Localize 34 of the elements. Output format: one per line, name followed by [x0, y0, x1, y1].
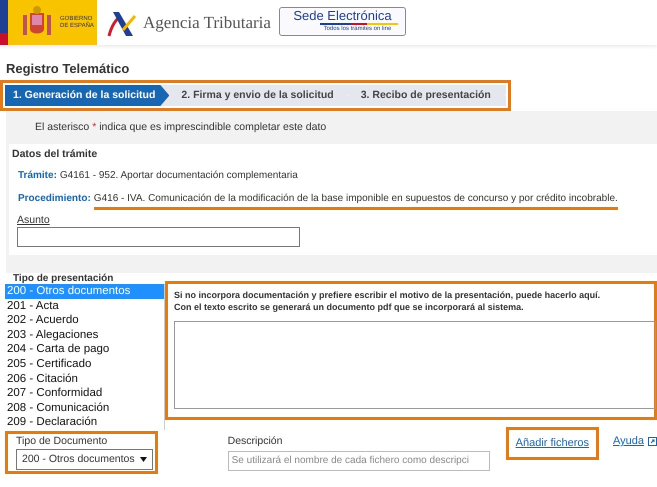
external-link-icon [648, 436, 657, 446]
document-type-select[interactable]: 200 - Otros documentos [16, 449, 153, 470]
required-notice: El asterisco * indica que es imprescindible completar este dato [34, 120, 328, 135]
field-value: G4161 - 952. Aportar documentación complementaria [60, 169, 298, 183]
document-type-label: Tipo de Documento [16, 435, 108, 447]
flag-stripe-icon [0, 0, 8, 45]
presentation-type-label: Tipo de presentación [13, 273, 114, 284]
dropdown-option[interactable]: 203 - Alegaciones [5, 328, 164, 342]
text-area-field[interactable] [174, 321, 656, 409]
agency-name: Agencia Tributaria [143, 12, 271, 34]
section-title: Datos del trámite [12, 148, 98, 161]
field-label: Procedimiento: [18, 192, 91, 206]
description-input-field[interactable]: Se utilizará el nombre de cada fichero como descripci [228, 450, 490, 470]
note-text: Con el texto escrito se generará un documento pdf que se incorporará al sistema. [174, 301, 525, 313]
dropdown-option[interactable]: 205 - Certificado [5, 356, 164, 372]
dropdown-option[interactable]: 202 - Acuerdo [5, 313, 164, 328]
step-tab[interactable]: 1. Generación de la solicitud [5, 85, 170, 106]
caret-icon [140, 457, 147, 462]
subject-label: Asunto [17, 214, 51, 227]
field-value: G416 - IVA. Comunicación de la modificación de la base imponible en supuestos de concurso y por crédito incobrable. [94, 192, 618, 210]
help-link[interactable]: Ayuda [613, 433, 644, 450]
note-text: Si no incorpora documentación y prefiere escribir el motivo de la presentación, puede hacerlo aquí. [174, 289, 602, 301]
add-files-link[interactable]: Añadir ficheros [506, 427, 599, 460]
dropdown-option[interactable]: 204 - Carta de pago [5, 342, 164, 357]
subject-input-field[interactable] [17, 227, 300, 247]
dropdown-option[interactable]: 206 - Citación [5, 372, 164, 386]
sede-title: Sede Electrónica [293, 8, 392, 23]
field-label: Trámite: [18, 169, 57, 183]
dropdown-option[interactable]: 201 - Acta [5, 298, 164, 314]
dropdown-option[interactable]: 208 - Comunicación [5, 400, 164, 416]
description-label: Descripción [228, 435, 284, 447]
dropdown-option[interactable]: 209 - Declaración [5, 415, 164, 430]
dropdown-option[interactable]: 207 - Conformidad [5, 386, 164, 401]
page-title: Registro Telemático [6, 61, 130, 77]
